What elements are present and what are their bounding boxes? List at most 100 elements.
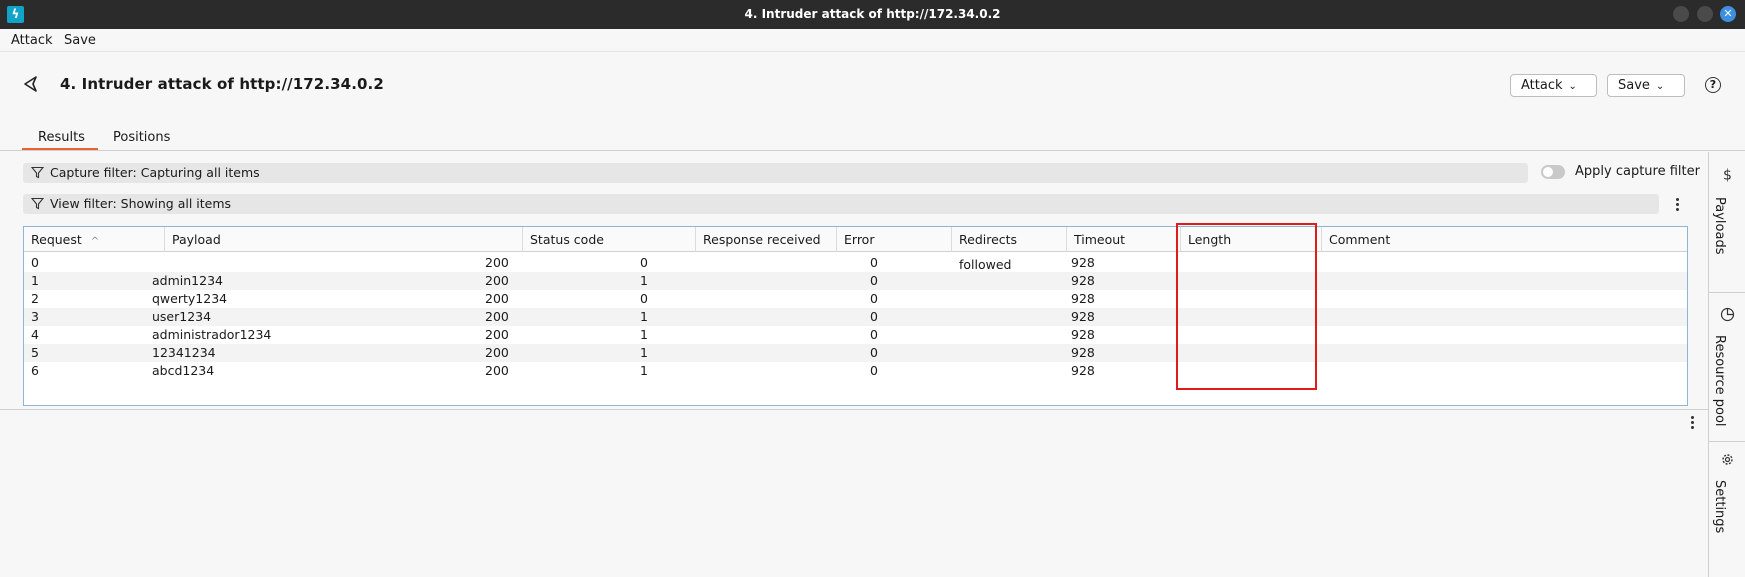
maximize-button[interactable] bbox=[1697, 6, 1713, 22]
cell-response-received: 0 bbox=[640, 291, 648, 306]
cell-payload: 12341234 bbox=[152, 345, 216, 360]
cell-redirects-followed: 0 bbox=[870, 363, 878, 378]
column-header-error[interactable]: Error bbox=[837, 227, 952, 252]
side-tab-resource-pool[interactable]: Resource pool bbox=[1709, 293, 1745, 441]
table-row[interactable]: 1 admin1234 200 1 0 928 bbox=[24, 272, 1687, 290]
view-filter-bar[interactable]: View filter: Showing all items bbox=[23, 194, 1659, 214]
window-title: 4. Intruder attack of http://172.34.0.2 bbox=[744, 7, 1001, 21]
cell-length: 928 bbox=[1071, 363, 1095, 378]
side-tab-settings[interactable]: Settings bbox=[1709, 442, 1745, 577]
results-table: Request ^ Payload Status code Response r… bbox=[23, 226, 1688, 406]
active-tab-indicator bbox=[22, 148, 98, 150]
page-header: 4. Intruder attack of http://172.34.0.2 … bbox=[0, 52, 1745, 118]
cell-response-received: 1 bbox=[640, 273, 648, 288]
side-tab-payloads[interactable]: $ Payloads bbox=[1709, 152, 1745, 292]
cell-request: 6 bbox=[31, 363, 39, 378]
cell-payload: qwerty1234 bbox=[152, 291, 228, 306]
table-row[interactable]: 2 qwerty1234 200 0 0 928 bbox=[24, 290, 1687, 308]
side-tab-payloads-label: Payloads bbox=[1712, 197, 1727, 255]
table-header: Request ^ Payload Status code Response r… bbox=[24, 227, 1689, 272]
view-filter-label: View filter: Showing all items bbox=[50, 196, 232, 211]
column-header-redirects-followed[interactable]: Redirects followed bbox=[952, 227, 1067, 272]
cell-length: 928 bbox=[1071, 345, 1095, 360]
cell-response-received: 1 bbox=[640, 327, 648, 342]
cell-status-code: 200 bbox=[485, 273, 509, 288]
settings-gear-icon bbox=[1722, 454, 1733, 465]
column-header-comment[interactable]: Comment bbox=[1322, 227, 1689, 252]
apply-capture-filter-toggle[interactable] bbox=[1541, 165, 1565, 179]
sort-ascending-icon: ^ bbox=[90, 236, 100, 247]
cell-status-code: 200 bbox=[485, 309, 509, 324]
cell-request: 5 bbox=[31, 345, 39, 360]
close-button[interactable]: ✕ bbox=[1720, 6, 1736, 22]
save-button-label: Save bbox=[1618, 78, 1650, 93]
menu-attack[interactable]: Attack bbox=[11, 33, 53, 48]
apply-capture-filter-label: Apply capture filter bbox=[1575, 164, 1700, 179]
table-row[interactable]: 0 200 0 0 928 bbox=[24, 254, 1687, 272]
cell-status-code: 200 bbox=[485, 345, 509, 360]
table-row[interactable]: 6 abcd1234 200 1 0 928 bbox=[24, 362, 1687, 380]
page-title: 4. Intruder attack of http://172.34.0.2 bbox=[60, 75, 384, 93]
tab-results[interactable]: Results bbox=[38, 130, 85, 145]
filter-icon bbox=[31, 166, 44, 179]
cell-redirects-followed: 0 bbox=[870, 345, 878, 360]
more-options-icon[interactable] bbox=[1676, 198, 1680, 212]
tab-positions[interactable]: Positions bbox=[113, 130, 170, 145]
length-column-highlight bbox=[1176, 223, 1317, 390]
resource-pool-icon bbox=[1720, 307, 1735, 322]
cell-status-code: 200 bbox=[485, 363, 509, 378]
menu-bar: Attack Save bbox=[0, 29, 1745, 52]
cell-redirects-followed: 0 bbox=[870, 327, 878, 342]
cell-redirects-followed: 0 bbox=[870, 255, 878, 270]
table-row[interactable]: 3 user1234 200 1 0 928 bbox=[24, 308, 1687, 326]
cell-request: 0 bbox=[31, 255, 39, 270]
cell-redirects-followed: 0 bbox=[870, 309, 878, 324]
side-tab-settings-label: Settings bbox=[1712, 480, 1727, 534]
column-header-request[interactable]: Request ^ bbox=[24, 227, 165, 252]
cell-redirects-followed: 0 bbox=[870, 291, 878, 306]
table-row[interactable]: 4 administrador1234 200 1 0 928 bbox=[24, 326, 1687, 344]
cell-request: 3 bbox=[31, 309, 39, 324]
attack-button-label: Attack bbox=[1521, 78, 1563, 93]
cell-response-received: 1 bbox=[640, 363, 648, 378]
save-dropdown-button[interactable]: Save ⌄ bbox=[1607, 74, 1685, 97]
cell-request: 2 bbox=[31, 291, 39, 306]
cell-status-code: 200 bbox=[485, 291, 509, 306]
menu-save[interactable]: Save bbox=[64, 33, 96, 48]
payloads-icon: $ bbox=[1723, 168, 1732, 183]
column-header-payload[interactable]: Payload bbox=[165, 227, 523, 252]
table-row[interactable]: 5 12341234 200 1 0 928 bbox=[24, 344, 1687, 362]
cell-status-code: 200 bbox=[485, 255, 509, 270]
tab-bar: Results Positions bbox=[0, 118, 1745, 151]
column-header-response-received[interactable]: Response received bbox=[696, 227, 837, 252]
cell-length: 928 bbox=[1071, 291, 1095, 306]
cell-response-received: 0 bbox=[640, 255, 648, 270]
cell-request: 4 bbox=[31, 327, 39, 342]
capture-filter-label: Capture filter: Capturing all items bbox=[50, 165, 260, 180]
cell-status-code: 200 bbox=[485, 327, 509, 342]
cell-length: 928 bbox=[1071, 273, 1095, 288]
cell-response-received: 1 bbox=[640, 345, 648, 360]
cell-redirects-followed: 0 bbox=[870, 273, 878, 288]
window-titlebar: ϟ 4. Intruder attack of http://172.34.0.… bbox=[0, 0, 1745, 29]
filter-icon bbox=[31, 197, 44, 210]
more-options-icon[interactable] bbox=[1691, 416, 1695, 430]
attack-dropdown-button[interactable]: Attack ⌄ bbox=[1510, 74, 1597, 97]
cell-payload: admin1234 bbox=[152, 273, 223, 288]
minimize-button[interactable] bbox=[1673, 6, 1689, 22]
cell-length: 928 bbox=[1071, 327, 1095, 342]
column-header-timeout[interactable]: Timeout bbox=[1067, 227, 1181, 252]
cell-payload: abcd1234 bbox=[152, 363, 215, 378]
cell-length: 928 bbox=[1071, 309, 1095, 324]
help-icon[interactable]: ? bbox=[1705, 77, 1721, 93]
back-arrow-icon[interactable] bbox=[22, 75, 40, 93]
column-header-label: Request bbox=[31, 232, 82, 247]
side-panel: $ Payloads Resource pool Settings bbox=[1708, 152, 1745, 577]
cell-payload: user1234 bbox=[152, 309, 212, 324]
column-header-status-code[interactable]: Status code bbox=[523, 227, 696, 252]
capture-filter-bar[interactable]: Capture filter: Capturing all items bbox=[23, 163, 1528, 183]
side-tab-resource-pool-label: Resource pool bbox=[1712, 335, 1727, 427]
chevron-down-icon: ⌄ bbox=[1568, 81, 1577, 92]
cell-response-received: 1 bbox=[640, 309, 648, 324]
chevron-down-icon: ⌄ bbox=[1655, 81, 1665, 92]
